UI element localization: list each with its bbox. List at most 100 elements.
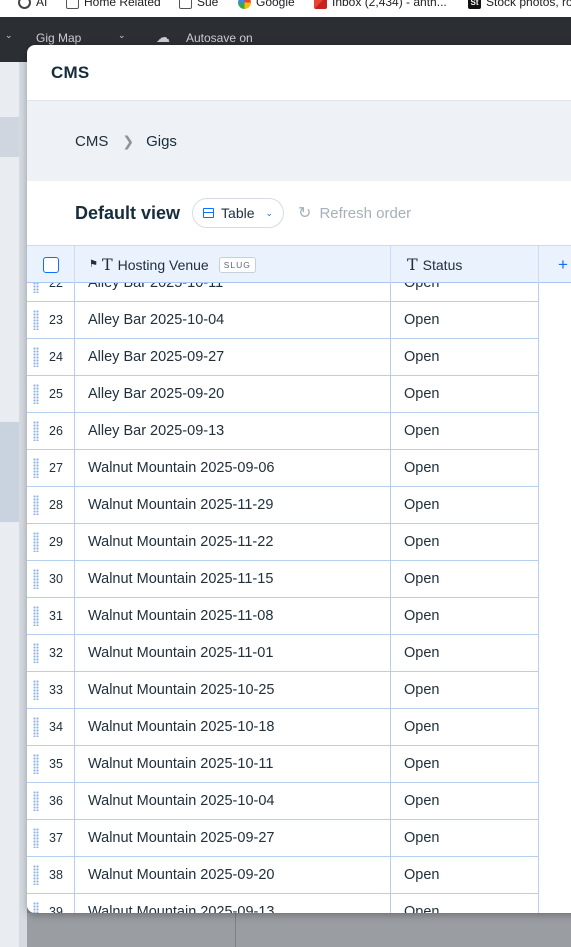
layout-dropdown[interactable]: Table ⌄ bbox=[192, 198, 285, 228]
bookmark-ai[interactable]: AI bbox=[18, 0, 47, 9]
status-cell[interactable]: Open bbox=[391, 820, 539, 856]
venue-cell[interactable]: Walnut Mountain 2025-11-08 bbox=[75, 598, 391, 634]
drag-handle-icon[interactable] bbox=[33, 384, 39, 404]
table-row[interactable]: 34 Walnut Mountain 2025-10-18 Open bbox=[27, 709, 571, 746]
drag-handle-icon[interactable] bbox=[33, 717, 39, 737]
status-cell[interactable]: Open bbox=[391, 302, 539, 338]
refresh-order-button[interactable]: ↻ Refresh order bbox=[298, 203, 411, 223]
status-cell[interactable]: Open bbox=[391, 635, 539, 671]
column-header-status[interactable]: T Status bbox=[391, 246, 539, 283]
select-all-cell bbox=[27, 246, 75, 283]
status-cell[interactable]: Open bbox=[391, 672, 539, 708]
venue-cell[interactable]: Walnut Mountain 2025-09-06 bbox=[75, 450, 391, 486]
status-cell[interactable]: Open bbox=[391, 598, 539, 634]
status-cell[interactable]: Open bbox=[391, 524, 539, 560]
table-row[interactable]: 27 Walnut Mountain 2025-09-06 Open bbox=[27, 450, 571, 487]
drag-handle-icon[interactable] bbox=[33, 680, 39, 700]
table-row[interactable]: 32 Walnut Mountain 2025-11-01 Open bbox=[27, 635, 571, 672]
venue-cell[interactable]: Walnut Mountain 2025-11-15 bbox=[75, 561, 391, 597]
row-number-cell: 33 bbox=[27, 672, 75, 708]
breadcrumb-cms[interactable]: CMS bbox=[75, 133, 108, 150]
breadcrumb-gigs: Gigs bbox=[146, 132, 177, 150]
venue-cell[interactable]: Alley Bar 2025-09-13 bbox=[75, 413, 391, 449]
left-rail-tab[interactable] bbox=[0, 117, 19, 157]
drag-handle-icon[interactable] bbox=[33, 643, 39, 663]
table-row[interactable]: 25 Alley Bar 2025-09-20 Open bbox=[27, 376, 571, 413]
drag-handle-icon[interactable] bbox=[33, 347, 39, 367]
column-label-venue: Hosting Venue bbox=[117, 256, 209, 273]
bookmark-sue[interactable]: Sue bbox=[179, 0, 218, 9]
venue-cell[interactable]: Walnut Mountain 2025-10-25 bbox=[75, 672, 391, 708]
status-cell[interactable]: Open bbox=[391, 376, 539, 412]
venue-cell[interactable]: Walnut Mountain 2025-11-22 bbox=[75, 524, 391, 560]
table-row[interactable]: 37 Walnut Mountain 2025-09-27 Open bbox=[27, 820, 571, 857]
left-rail-selected[interactable] bbox=[0, 422, 19, 522]
venue-cell[interactable]: Alley Bar 2025-09-20 bbox=[75, 376, 391, 412]
drag-handle-icon[interactable] bbox=[33, 532, 39, 552]
bookmark-stock-photos[interactable]: St Stock photos, ro bbox=[468, 0, 571, 9]
drag-handle-icon[interactable] bbox=[33, 458, 39, 478]
row-number: 24 bbox=[49, 350, 63, 364]
drag-handle-icon[interactable] bbox=[33, 754, 39, 774]
drag-handle-icon[interactable] bbox=[33, 569, 39, 589]
venue-cell[interactable]: Alley Bar 2025-09-27 bbox=[75, 339, 391, 375]
table-row[interactable]: 23 Alley Bar 2025-10-04 Open bbox=[27, 302, 571, 339]
drag-handle-icon[interactable] bbox=[33, 791, 39, 811]
drag-handle-icon[interactable] bbox=[33, 828, 39, 848]
status-value: Open bbox=[404, 497, 440, 513]
bookmark-inbox[interactable]: Inbox (2,434) - anth... bbox=[314, 0, 447, 9]
table-row[interactable]: 24 Alley Bar 2025-09-27 Open bbox=[27, 339, 571, 376]
venue-value: Walnut Mountain 2025-10-25 bbox=[88, 682, 275, 698]
column-header-hosting-venue[interactable]: ⚑ T Hosting Venue SLUG bbox=[75, 246, 391, 283]
site-name[interactable]: Gig Map bbox=[36, 31, 81, 45]
table-row[interactable]: 36 Walnut Mountain 2025-10-04 Open bbox=[27, 783, 571, 820]
venue-cell[interactable]: Walnut Mountain 2025-11-29 bbox=[75, 487, 391, 523]
venue-cell[interactable]: Alley Bar 2025-10-04 bbox=[75, 302, 391, 338]
status-cell[interactable]: Open bbox=[391, 783, 539, 819]
chevron-down-icon[interactable]: ⌄ bbox=[5, 30, 13, 41]
table-row[interactable]: 35 Walnut Mountain 2025-10-11 Open bbox=[27, 746, 571, 783]
bookmark-google[interactable]: Google bbox=[238, 0, 295, 9]
venue-cell[interactable]: Walnut Mountain 2025-09-27 bbox=[75, 820, 391, 856]
drag-handle-icon[interactable] bbox=[33, 902, 39, 913]
venue-cell[interactable]: Walnut Mountain 2025-10-11 bbox=[75, 746, 391, 782]
drag-handle-icon[interactable] bbox=[33, 865, 39, 885]
status-value: Open bbox=[404, 682, 440, 698]
table-row[interactable]: 38 Walnut Mountain 2025-09-20 Open bbox=[27, 857, 571, 894]
venue-cell[interactable]: Walnut Mountain 2025-11-01 bbox=[75, 635, 391, 671]
status-value: Open bbox=[404, 904, 440, 913]
status-cell[interactable]: Open bbox=[391, 746, 539, 782]
table-row[interactable]: 30 Walnut Mountain 2025-11-15 Open bbox=[27, 561, 571, 598]
view-title[interactable]: Default view bbox=[75, 203, 180, 224]
bookmark-home-related[interactable]: Home Related bbox=[66, 0, 161, 9]
status-cell[interactable]: Open bbox=[391, 709, 539, 745]
table-row[interactable]: 31 Walnut Mountain 2025-11-08 Open bbox=[27, 598, 571, 635]
status-cell[interactable]: Open bbox=[391, 450, 539, 486]
venue-cell[interactable]: Walnut Mountain 2025-10-04 bbox=[75, 783, 391, 819]
drag-handle-icon[interactable] bbox=[33, 606, 39, 626]
drag-handle-icon[interactable] bbox=[33, 495, 39, 515]
table-row[interactable]: 26 Alley Bar 2025-09-13 Open bbox=[27, 413, 571, 450]
drag-handle-icon[interactable] bbox=[33, 421, 39, 441]
status-cell[interactable]: Open bbox=[391, 487, 539, 523]
table-row[interactable]: 28 Walnut Mountain 2025-11-29 Open bbox=[27, 487, 571, 524]
row-number: 29 bbox=[49, 535, 63, 549]
table-body: 22 Alley Bar 2025-10-11 Open 23 Alley Bar 20… bbox=[27, 265, 571, 913]
row-number-cell: 32 bbox=[27, 635, 75, 671]
chevron-down-icon[interactable]: ⌄ bbox=[118, 30, 126, 41]
venue-cell[interactable]: Walnut Mountain 2025-10-18 bbox=[75, 709, 391, 745]
status-cell[interactable]: Open bbox=[391, 561, 539, 597]
venue-cell[interactable]: Walnut Mountain 2025-09-13 bbox=[75, 894, 391, 913]
venue-cell[interactable]: Walnut Mountain 2025-09-20 bbox=[75, 857, 391, 893]
venue-value: Alley Bar 2025-09-20 bbox=[88, 386, 225, 402]
table-row[interactable]: 29 Walnut Mountain 2025-11-22 Open bbox=[27, 524, 571, 561]
drag-handle-icon[interactable] bbox=[33, 310, 39, 330]
table-row[interactable]: 39 Walnut Mountain 2025-09-13 Open bbox=[27, 894, 571, 913]
add-field-button[interactable]: + bbox=[539, 246, 571, 283]
status-cell[interactable]: Open bbox=[391, 894, 539, 913]
status-cell[interactable]: Open bbox=[391, 339, 539, 375]
table-row[interactable]: 33 Walnut Mountain 2025-10-25 Open bbox=[27, 672, 571, 709]
select-all-checkbox[interactable] bbox=[42, 256, 59, 273]
status-cell[interactable]: Open bbox=[391, 857, 539, 893]
status-cell[interactable]: Open bbox=[391, 413, 539, 449]
